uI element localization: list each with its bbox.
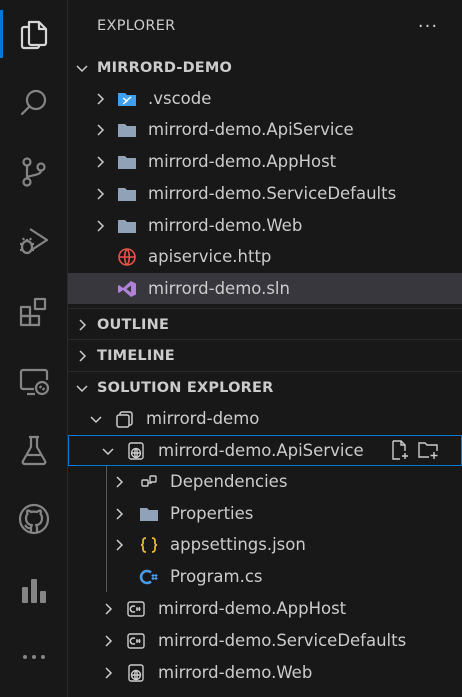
tree-item-apiservice-folder[interactable]: mirrord-demo.ApiService bbox=[68, 114, 462, 145]
tree-item-label: mirrord-demo.ServiceDefaults bbox=[158, 631, 407, 650]
tree-item-label: mirrord-demo.Web bbox=[158, 663, 313, 682]
extensions-icon[interactable] bbox=[0, 286, 68, 338]
folder-icon bbox=[116, 151, 138, 173]
search-icon[interactable] bbox=[0, 77, 68, 129]
github-icon[interactable] bbox=[0, 493, 68, 545]
tree-item-label: mirrord-demo.AppHost bbox=[148, 152, 337, 171]
csharp-project-icon bbox=[125, 598, 147, 620]
chevron-right-icon bbox=[92, 91, 108, 107]
chevron-right-icon bbox=[92, 154, 108, 170]
tree-item-label: appsettings.json bbox=[170, 535, 306, 554]
csharp-project-icon bbox=[125, 630, 147, 652]
project-servicedefaults[interactable]: mirrord-demo.ServiceDefaults bbox=[68, 625, 462, 656]
csharp-icon bbox=[138, 566, 160, 588]
chevron-right-icon bbox=[111, 474, 127, 490]
project-apphost[interactable]: mirrord-demo.AppHost bbox=[68, 593, 462, 624]
charts-icon[interactable] bbox=[0, 564, 68, 616]
project-web[interactable]: mirrord-demo.Web bbox=[68, 657, 462, 688]
folder-icon bbox=[116, 119, 138, 141]
new-folder-icon[interactable] bbox=[416, 438, 440, 462]
dependencies-icon bbox=[138, 471, 160, 493]
folder-icon bbox=[116, 183, 138, 205]
section-timeline[interactable]: TIMELINE bbox=[68, 340, 462, 371]
chevron-right-icon bbox=[74, 348, 90, 364]
folder-icon bbox=[138, 503, 160, 525]
more-actions-button[interactable]: ··· bbox=[416, 14, 440, 38]
explorer-header: EXPLORER ··· bbox=[68, 0, 462, 52]
tree-item-apphost-folder[interactable]: mirrord-demo.AppHost bbox=[68, 146, 462, 177]
chevron-right-icon bbox=[100, 633, 116, 649]
chevron-right-icon bbox=[111, 537, 127, 553]
explorer-sidebar: EXPLORER ··· MIRRORD-DEMO .vscode mirror… bbox=[68, 0, 462, 697]
chevron-down-icon bbox=[100, 443, 116, 459]
chevron-right-icon bbox=[100, 601, 116, 617]
activity-bar bbox=[0, 0, 68, 697]
tree-item-label: mirrord-demo bbox=[146, 409, 260, 428]
section-solution-explorer[interactable]: SOLUTION EXPLORER bbox=[68, 372, 462, 403]
folder-icon bbox=[116, 215, 138, 237]
section-outline[interactable]: OUTLINE bbox=[68, 309, 462, 340]
explorer-title: EXPLORER bbox=[97, 18, 176, 34]
tree-item-label: mirrord-demo.AppHost bbox=[158, 599, 347, 618]
tree-item-label: mirrord-demo.ApiService bbox=[158, 441, 364, 460]
solution-icon bbox=[114, 408, 136, 430]
tree-item-dependencies[interactable]: Dependencies bbox=[68, 466, 462, 497]
tree-item-label: .vscode bbox=[148, 89, 212, 108]
chevron-right-icon bbox=[74, 317, 90, 333]
testing-icon[interactable] bbox=[0, 424, 68, 476]
new-file-icon[interactable] bbox=[387, 438, 411, 462]
tree-item-web-folder[interactable]: mirrord-demo.Web bbox=[68, 210, 462, 241]
chevron-down-icon bbox=[88, 411, 104, 427]
tree-item-label: Dependencies bbox=[170, 472, 288, 491]
tree-item-appsettings[interactable]: appsettings.json bbox=[68, 529, 462, 560]
section-title: OUTLINE bbox=[97, 316, 170, 333]
chevron-down-icon bbox=[74, 60, 90, 76]
tree-item-label: mirrord-demo.Web bbox=[148, 216, 303, 235]
workspace-root[interactable]: MIRRORD-DEMO bbox=[68, 52, 462, 83]
files-icon[interactable] bbox=[0, 8, 68, 60]
tree-item-sln[interactable]: mirrord-demo.sln bbox=[68, 273, 462, 304]
chevron-right-icon bbox=[92, 122, 108, 138]
tree-item-label: Properties bbox=[170, 504, 254, 523]
chevron-right-icon bbox=[111, 506, 127, 522]
source-control-icon[interactable] bbox=[0, 146, 68, 198]
tree-item-label: Program.cs bbox=[170, 567, 263, 586]
tree-item-vscode[interactable]: .vscode bbox=[68, 83, 462, 114]
workspace-name: MIRRORD-DEMO bbox=[97, 59, 233, 76]
web-project-icon bbox=[125, 440, 147, 462]
vscode-folder-icon bbox=[116, 88, 138, 110]
globe-icon bbox=[116, 246, 138, 268]
tree-item-properties[interactable]: Properties bbox=[68, 498, 462, 529]
tree-item-servicedefaults-folder[interactable]: mirrord-demo.ServiceDefaults bbox=[68, 178, 462, 209]
tree-item-apiservice-http[interactable]: apiservice.http bbox=[68, 241, 462, 272]
project-apiservice[interactable]: mirrord-demo.ApiService bbox=[68, 435, 462, 466]
json-braces-icon bbox=[138, 534, 160, 556]
chevron-right-icon bbox=[92, 186, 108, 202]
tree-item-label: mirrord-demo.ApiService bbox=[148, 120, 354, 139]
tree-item-label: mirrord-demo.sln bbox=[148, 279, 290, 298]
web-project-icon bbox=[125, 662, 147, 684]
chevron-down-icon bbox=[74, 380, 90, 396]
chevron-right-icon bbox=[100, 665, 116, 681]
chevron-right-icon bbox=[92, 218, 108, 234]
section-title: TIMELINE bbox=[97, 347, 175, 364]
tree-item-program-cs[interactable]: Program.cs bbox=[68, 561, 462, 592]
run-debug-icon[interactable] bbox=[0, 215, 68, 267]
visual-studio-icon bbox=[116, 278, 138, 300]
solution-root[interactable]: mirrord-demo bbox=[68, 403, 462, 434]
more-icon[interactable] bbox=[0, 631, 68, 683]
remote-explorer-icon[interactable] bbox=[0, 355, 68, 407]
section-title: SOLUTION EXPLORER bbox=[97, 379, 274, 396]
tree-item-label: mirrord-demo.ServiceDefaults bbox=[148, 184, 397, 203]
tree-item-label: apiservice.http bbox=[148, 247, 272, 266]
